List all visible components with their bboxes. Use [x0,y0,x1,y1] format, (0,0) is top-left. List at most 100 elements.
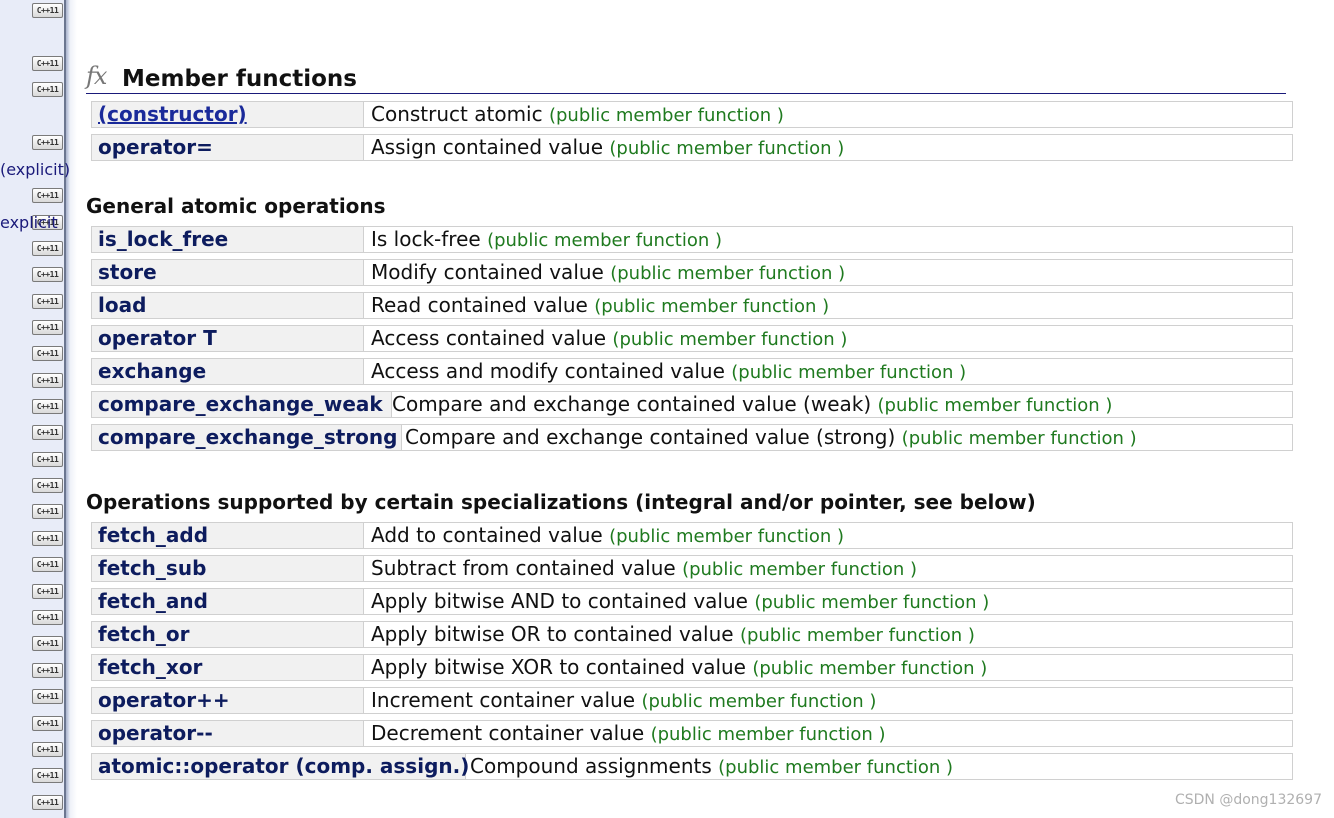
member-link-fetch-and[interactable]: fetch_and [92,589,364,614]
table-row: operator-- Decrement container value (pu… [91,720,1293,747]
member-link-fetch-or[interactable]: fetch_or [92,622,364,647]
watermark: CSDN @dong132697 [1174,792,1322,808]
cpp11-badge: C++11 [32,346,63,361]
cpp11-badge: C++11 [32,56,63,71]
member-description: Construct atomic (public member function… [371,102,784,126]
member-description: Compare and exchange contained value (we… [392,392,1113,416]
cpp11-badge: C++11 [32,399,63,414]
table-row: exchange Access and modify contained val… [91,358,1293,385]
cpp11-badge: C++11 [32,294,63,309]
cpp11-badge: C++11 [32,267,63,282]
member-description: Compound assignments (public member func… [470,754,954,778]
member-kind: (public member function ) [731,362,967,383]
member-link-constructor[interactable]: (constructor) [92,102,364,127]
member-kind: (public member function ) [610,263,846,284]
cpp11-badge: C++11 [32,795,63,810]
member-kind: (public member function ) [609,526,845,547]
member-kind: (public member function ) [641,691,877,712]
cpp11-badge: C++11 [32,3,63,18]
cpp11-badge: C++11 [32,531,63,546]
member-description: Apply bitwise OR to contained value (pub… [371,622,975,646]
cpp11-badge: C++11 [32,557,63,572]
member-description: Access and modify contained value (publi… [371,359,967,383]
member-kind: (public member function ) [548,105,784,126]
table-row: compare_exchange_weak Compare and exchan… [91,391,1293,418]
member-kind: (public member function ) [682,559,918,580]
member-kind: (public member function ) [487,230,723,251]
member-link-fetch-xor[interactable]: fetch_xor [92,655,364,680]
member-description: Increment container value (public member… [371,688,877,712]
member-description: Modify contained value (public member fu… [371,260,846,284]
member-kind: (public member function ) [718,757,954,778]
member-link-operator-increment[interactable]: operator++ [92,688,364,713]
member-link-operator-t[interactable]: operator T [92,326,364,351]
table-row: operator++ Increment container value (pu… [91,687,1293,714]
member-link-operator-decrement[interactable]: operator-- [92,721,364,746]
section-heading-general: General atomic operations [86,194,386,218]
member-description: Apply bitwise XOR to contained value (pu… [371,655,988,679]
table-row: fetch_xor Apply bitwise XOR to contained… [91,654,1293,681]
table-row: store Modify contained value (public mem… [91,259,1293,286]
member-kind: (public member function ) [752,658,988,679]
member-description: Subtract from contained value (public me… [371,556,918,580]
table-row: load Read contained value (public member… [91,292,1293,319]
member-kind: (public member function ) [877,395,1113,416]
sidebar-word-explicit[interactable]: explicit [0,213,58,232]
cpp11-badge: C++11 [32,452,63,467]
member-description: Add to contained value (public member fu… [371,523,845,547]
table-row: compare_exchange_strong Compare and exch… [91,424,1293,451]
member-kind: (public member function ) [609,138,845,159]
cpp11-badge: C++11 [32,82,63,97]
member-link-fetch-add[interactable]: fetch_add [92,523,364,548]
member-link-load[interactable]: load [92,293,364,318]
member-link-compound-assign[interactable]: atomic::operator (comp. assign.) [92,754,469,779]
member-kind: (public member function ) [739,625,975,646]
cpp11-badge: C++11 [32,478,63,493]
cpp11-badge: C++11 [32,425,63,440]
cpp11-badge: C++11 [32,135,63,150]
cpp11-badge: C++11 [32,373,63,388]
member-description: Decrement container value (public member… [371,721,886,745]
member-kind: (public member function ) [901,428,1137,449]
cpp11-badge: C++11 [32,610,63,625]
cpp11-badge: C++11 [32,636,63,651]
cpp11-badge: C++11 [32,584,63,599]
member-link-compare-exchange-strong[interactable]: compare_exchange_strong [92,425,402,450]
cpp11-badge: C++11 [32,241,63,256]
member-kind: (public member function ) [754,592,990,613]
section-heading-specializations: Operations supported by certain speciali… [86,490,1036,514]
member-kind: (public member function ) [612,329,848,350]
table-row: operator= Assign contained value (public… [91,134,1293,161]
member-link-is-lock-free[interactable]: is_lock_free [92,227,364,252]
member-table-general: is_lock_free Is lock-free (public member… [91,226,1293,457]
member-link-store[interactable]: store [92,260,364,285]
table-row: operator T Access contained value (publi… [91,325,1293,352]
member-link-fetch-sub[interactable]: fetch_sub [92,556,364,581]
table-row: fetch_add Add to contained value (public… [91,522,1293,549]
table-row: (constructor) Construct atomic (public m… [91,101,1293,128]
cpp11-badge: C++11 [32,504,63,519]
cpp11-badge: C++11 [32,663,63,678]
member-description: Apply bitwise AND to contained value (pu… [371,589,990,613]
member-link-compare-exchange-weak[interactable]: compare_exchange_weak [92,392,392,417]
function-icon: fx [86,62,107,90]
table-row: fetch_or Apply bitwise OR to contained v… [91,621,1293,648]
member-description: Read contained value (public member func… [371,293,830,317]
member-description: Assign contained value (public member fu… [371,135,845,159]
member-description: Compare and exchange contained value (st… [405,425,1137,449]
cpp11-badge: C++11 [32,768,63,783]
member-description: Is lock-free (public member function ) [371,227,723,251]
table-row: fetch_and Apply bitwise AND to contained… [91,588,1293,615]
sidebar-word-explicit-paren[interactable]: (explicit) [0,160,70,179]
member-link-operator-assign[interactable]: operator= [92,135,364,160]
page-title: Member functions [122,66,357,92]
section-title-row: fx Member functions [86,60,1286,94]
table-row: atomic::operator (comp. assign.) Compoun… [91,753,1293,780]
member-link-exchange[interactable]: exchange [92,359,364,384]
member-kind: (public member function ) [650,724,886,745]
member-table-specializations: fetch_add Add to contained value (public… [91,522,1293,786]
table-row: is_lock_free Is lock-free (public member… [91,226,1293,253]
member-table-basic: (constructor) Construct atomic (public m… [91,101,1293,167]
member-description: Access contained value (public member fu… [371,326,848,350]
table-row: fetch_sub Subtract from contained value … [91,555,1293,582]
